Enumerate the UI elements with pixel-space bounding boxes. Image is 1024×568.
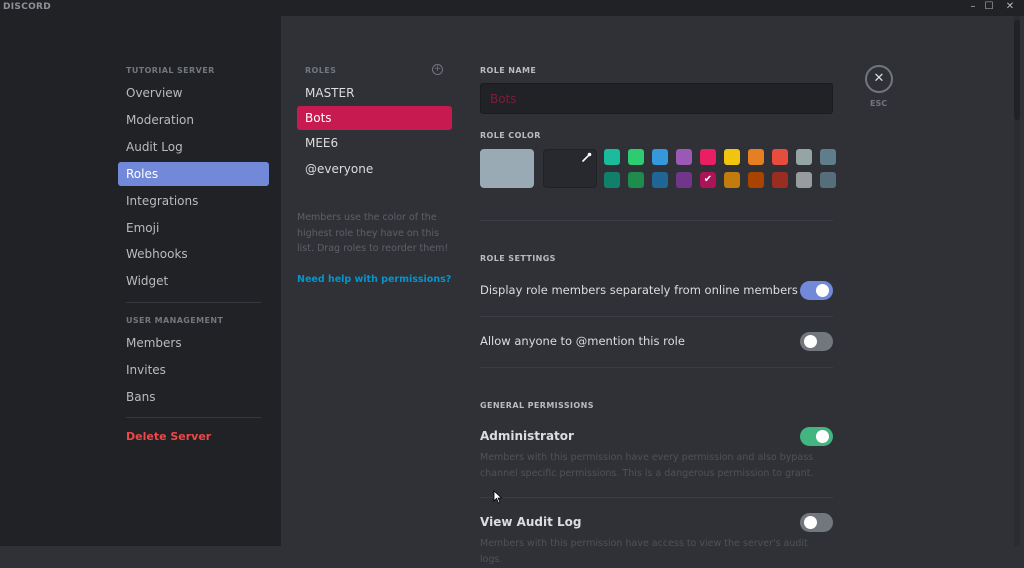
close-icon: ✕: [873, 71, 885, 86]
color-swatch[interactable]: ✔: [700, 172, 716, 188]
delete-server-button[interactable]: Delete Server: [118, 425, 269, 449]
sidebar-item-overview[interactable]: Overview: [118, 81, 269, 105]
discord-logo: DISCORD: [3, 2, 52, 12]
allow-mention-toggle[interactable]: [800, 332, 833, 351]
sidebar-item-moderation[interactable]: Moderation: [118, 108, 269, 132]
section-divider: [480, 367, 833, 368]
checkmark-icon: ✔: [703, 174, 713, 185]
color-swatch[interactable]: [604, 149, 620, 165]
scrollbar[interactable]: [1014, 16, 1020, 546]
section-divider: [480, 220, 833, 221]
sidebar-item-widget[interactable]: Widget: [118, 269, 269, 293]
administrator-toggle[interactable]: [800, 427, 833, 446]
permissions-help-link[interactable]: Need help with permissions?: [297, 274, 451, 285]
color-swatch[interactable]: [772, 172, 788, 188]
sidebar-divider: [126, 302, 261, 303]
color-swatch[interactable]: [820, 149, 836, 165]
esc-label: ESC: [870, 99, 888, 108]
eyedropper-icon: [582, 152, 592, 162]
title-bar: DISCORD – ☐ ✕: [0, 0, 1024, 16]
allow-mention-label: Allow anyone to @mention this role: [480, 334, 685, 348]
color-swatch[interactable]: [604, 172, 620, 188]
maximize-icon[interactable]: ☐: [982, 1, 996, 12]
minimize-icon[interactable]: –: [966, 1, 980, 12]
view-audit-log-toggle[interactable]: [800, 513, 833, 532]
color-swatch[interactable]: [748, 172, 764, 188]
color-swatch[interactable]: [628, 172, 644, 188]
view-audit-log-label: View Audit Log: [480, 515, 582, 529]
sidebar-item-invites[interactable]: Invites: [118, 358, 269, 382]
view-audit-log-description: Members with this permission have access…: [480, 538, 808, 565]
permission-divider: [480, 497, 833, 498]
mouse-cursor-icon: [493, 490, 503, 504]
role-item-bots[interactable]: Bots: [297, 106, 452, 130]
sidebar-divider: [126, 417, 261, 418]
role-color-label: ROLE COLOR: [480, 131, 541, 140]
setting-divider: [480, 316, 833, 317]
administrator-description: Members with this permission have every …: [480, 452, 814, 479]
sidebar-item-bans[interactable]: Bans: [118, 385, 269, 409]
roles-help-text: Members use the color of the highest rol…: [297, 212, 449, 254]
role-name-input[interactable]: [480, 83, 833, 114]
sidebar-item-emoji[interactable]: Emoji: [118, 216, 269, 240]
color-swatch[interactable]: [724, 172, 740, 188]
server-settings-header: TUTORIAL SERVER: [126, 66, 215, 75]
color-swatch[interactable]: [628, 149, 644, 165]
display-separately-toggle[interactable]: [800, 281, 833, 300]
close-settings-button[interactable]: ✕: [865, 65, 893, 93]
close-window-icon[interactable]: ✕: [1003, 1, 1017, 12]
color-swatch[interactable]: [820, 172, 836, 188]
custom-color-swatch[interactable]: [543, 149, 597, 188]
toggle-knob: [804, 516, 817, 529]
color-swatch[interactable]: [676, 172, 692, 188]
toggle-knob: [816, 430, 829, 443]
sidebar-item-members[interactable]: Members: [118, 331, 269, 355]
toggle-knob: [816, 284, 829, 297]
color-swatch[interactable]: [652, 149, 668, 165]
administrator-label: Administrator: [480, 429, 574, 443]
role-name-label: ROLE NAME: [480, 66, 537, 75]
color-swatch[interactable]: [796, 149, 812, 165]
scrollbar-thumb[interactable]: [1014, 20, 1020, 120]
role-item-everyone[interactable]: @everyone: [297, 157, 452, 181]
role-item-master[interactable]: MASTER: [297, 81, 452, 105]
role-item-mee6[interactable]: MEE6: [297, 131, 452, 155]
toggle-knob: [804, 335, 817, 348]
sidebar-item-audit-log[interactable]: Audit Log: [118, 135, 269, 159]
color-swatch[interactable]: [748, 149, 764, 165]
sidebar-item-integrations[interactable]: Integrations: [118, 189, 269, 213]
role-settings-label: ROLE SETTINGS: [480, 254, 556, 263]
color-swatch[interactable]: [724, 149, 740, 165]
color-swatch[interactable]: [676, 149, 692, 165]
default-color-swatch[interactable]: [480, 149, 534, 188]
sidebar-item-webhooks[interactable]: Webhooks: [118, 242, 269, 266]
user-management-header: USER MANAGEMENT: [126, 316, 224, 325]
add-role-icon[interactable]: +: [432, 64, 443, 75]
color-swatch[interactable]: [796, 172, 812, 188]
general-permissions-label: GENERAL PERMISSIONS: [480, 401, 594, 410]
roles-header: ROLES: [305, 66, 337, 75]
color-swatch[interactable]: [700, 149, 716, 165]
color-swatch[interactable]: [772, 149, 788, 165]
sidebar-item-roles[interactable]: Roles: [118, 162, 269, 186]
color-swatch[interactable]: [652, 172, 668, 188]
display-separately-label: Display role members separately from onl…: [480, 283, 798, 297]
